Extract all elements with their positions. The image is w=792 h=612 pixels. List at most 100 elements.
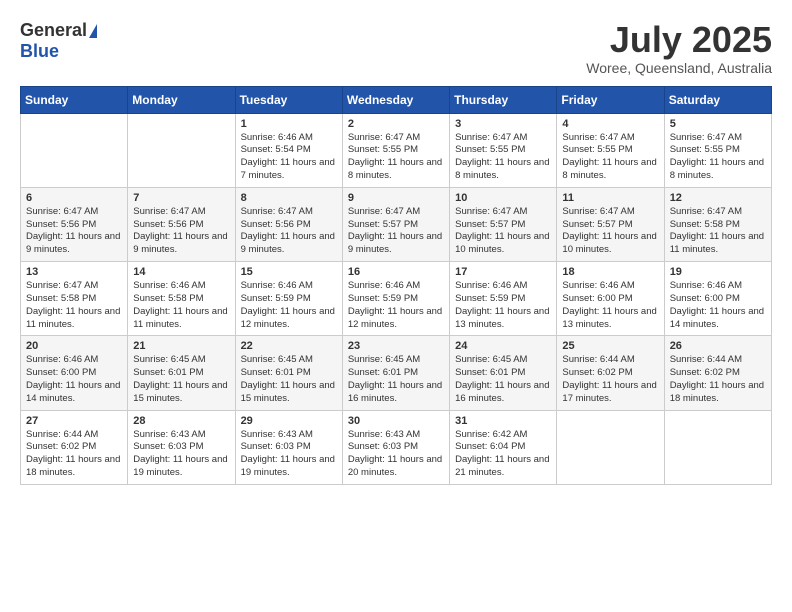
day-number: 19 <box>670 266 766 278</box>
calendar-cell: 14Sunrise: 6:46 AMSunset: 5:58 PMDayligh… <box>128 262 235 336</box>
calendar-cell: 21Sunrise: 6:45 AMSunset: 6:01 PMDayligh… <box>128 336 235 410</box>
cell-content: Daylight: 11 hours and 17 minutes. <box>562 380 658 406</box>
cell-content: Sunrise: 6:45 AM <box>241 354 337 367</box>
day-number: 24 <box>455 340 551 352</box>
logo-general-text: General <box>20 20 87 41</box>
month-year-title: July 2025 <box>586 20 772 60</box>
cell-content: Daylight: 11 hours and 9 minutes. <box>348 231 444 257</box>
day-number: 28 <box>133 415 229 427</box>
page-header: General Blue July 2025 Woree, Queensland… <box>20 20 772 76</box>
calendar-cell: 11Sunrise: 6:47 AMSunset: 5:57 PMDayligh… <box>557 187 664 261</box>
week-row-1: 1Sunrise: 6:46 AMSunset: 5:54 PMDaylight… <box>21 113 772 187</box>
cell-content: Sunset: 6:00 PM <box>562 293 658 306</box>
cell-content: Sunset: 5:55 PM <box>670 144 766 157</box>
calendar-cell: 4Sunrise: 6:47 AMSunset: 5:55 PMDaylight… <box>557 113 664 187</box>
calendar-cell: 9Sunrise: 6:47 AMSunset: 5:57 PMDaylight… <box>342 187 449 261</box>
calendar-cell: 7Sunrise: 6:47 AMSunset: 5:56 PMDaylight… <box>128 187 235 261</box>
cell-content: Sunrise: 6:46 AM <box>241 132 337 145</box>
cell-content: Sunrise: 6:46 AM <box>455 280 551 293</box>
cell-content: Sunrise: 6:44 AM <box>26 429 122 442</box>
cell-content: Sunset: 5:58 PM <box>26 293 122 306</box>
cell-content: Sunset: 5:59 PM <box>455 293 551 306</box>
calendar-cell: 22Sunrise: 6:45 AMSunset: 6:01 PMDayligh… <box>235 336 342 410</box>
cell-content: Daylight: 11 hours and 11 minutes. <box>26 306 122 332</box>
day-number: 14 <box>133 266 229 278</box>
day-number: 2 <box>348 118 444 130</box>
cell-content: Sunset: 5:56 PM <box>241 219 337 232</box>
cell-content: Daylight: 11 hours and 7 minutes. <box>241 157 337 183</box>
day-number: 26 <box>670 340 766 352</box>
day-number: 27 <box>26 415 122 427</box>
title-section: July 2025 Woree, Queensland, Australia <box>586 20 772 76</box>
day-number: 10 <box>455 192 551 204</box>
weekday-header-row: SundayMondayTuesdayWednesdayThursdayFrid… <box>21 86 772 113</box>
cell-content: Daylight: 11 hours and 8 minutes. <box>670 157 766 183</box>
day-number: 17 <box>455 266 551 278</box>
cell-content: Sunrise: 6:45 AM <box>455 354 551 367</box>
cell-content: Sunset: 6:01 PM <box>348 367 444 380</box>
calendar-cell: 15 Sunrise: 6:46 AMSunset: 5:59 PMDayligh… <box>235 262 342 336</box>
day-number: 18 <box>562 266 658 278</box>
cell-content: Sunset: 5:57 PM <box>562 219 658 232</box>
calendar-cell: 26Sunrise: 6:44 AMSunset: 6:02 PMDayligh… <box>664 336 771 410</box>
cell-content: Sunset: 6:03 PM <box>241 441 337 454</box>
cell-content: Sunrise: 6:46 AM <box>241 280 337 293</box>
day-number: 15 <box>241 266 337 278</box>
day-number: 6 <box>26 192 122 204</box>
calendar-cell: 8Sunrise: 6:47 AMSunset: 5:56 PMDaylight… <box>235 187 342 261</box>
cell-content: Daylight: 11 hours and 15 minutes. <box>133 380 229 406</box>
calendar-cell: 17Sunrise: 6:46 AMSunset: 5:59 PMDayligh… <box>450 262 557 336</box>
cell-content: Sunrise: 6:47 AM <box>455 206 551 219</box>
cell-content: Daylight: 11 hours and 15 minutes. <box>241 380 337 406</box>
cell-content: Daylight: 11 hours and 19 minutes. <box>241 454 337 480</box>
cell-content: Sunrise: 6:47 AM <box>562 206 658 219</box>
day-number: 31 <box>455 415 551 427</box>
cell-content: Sunset: 5:56 PM <box>133 219 229 232</box>
cell-content: Daylight: 11 hours and 14 minutes. <box>670 306 766 332</box>
cell-content: Sunrise: 6:47 AM <box>241 206 337 219</box>
cell-content: Sunset: 6:01 PM <box>455 367 551 380</box>
cell-content: Sunrise: 6:47 AM <box>670 132 766 145</box>
cell-content: Sunset: 6:02 PM <box>670 367 766 380</box>
cell-content: Sunset: 5:59 PM <box>348 293 444 306</box>
cell-content: Sunset: 6:02 PM <box>26 441 122 454</box>
day-number: 25 <box>562 340 658 352</box>
calendar-cell: 30Sunrise: 6:43 AMSunset: 6:03 PMDayligh… <box>342 410 449 484</box>
cell-content: Sunrise: 6:43 AM <box>133 429 229 442</box>
cell-content: Sunset: 6:01 PM <box>133 367 229 380</box>
day-number: 20 <box>26 340 122 352</box>
day-number: 4 <box>562 118 658 130</box>
cell-content: Sunrise: 6:47 AM <box>348 132 444 145</box>
cell-content: Daylight: 11 hours and 12 minutes. <box>241 306 337 332</box>
week-row-5: 27 Sunrise: 6:44 AMSunset: 6:02 PM Dayligh… <box>21 410 772 484</box>
cell-content: Sunrise: 6:47 AM <box>348 206 444 219</box>
calendar-cell: 2Sunrise: 6:47 AMSunset: 5:55 PMDaylight… <box>342 113 449 187</box>
cell-content: Sunrise: 6:47 AM <box>133 206 229 219</box>
location-subtitle: Woree, Queensland, Australia <box>586 60 772 76</box>
day-number: 9 <box>348 192 444 204</box>
cell-content: Daylight: 11 hours and 19 minutes. <box>133 454 229 480</box>
cell-content: Daylight: 11 hours and 8 minutes. <box>348 157 444 183</box>
cell-content: Daylight: 11 hours and 20 minutes. <box>348 454 444 480</box>
calendar-cell: 23Sunrise: 6:45 AMSunset: 6:01 PMDayligh… <box>342 336 449 410</box>
calendar-cell: 29Sunrise: 6:43 AMSunset: 6:03 PMDayligh… <box>235 410 342 484</box>
cell-content: Sunset: 5:59 PM <box>241 293 337 306</box>
cell-content: Sunset: 5:56 PM <box>26 219 122 232</box>
cell-content: Daylight: 11 hours and 18 minutes. <box>670 380 766 406</box>
cell-content: Sunset: 5:58 PM <box>133 293 229 306</box>
day-number: 5 <box>670 118 766 130</box>
cell-content: Daylight: 11 hours and 11 minutes. <box>670 231 766 257</box>
day-number: 11 <box>562 192 658 204</box>
cell-content: Sunset: 6:00 PM <box>670 293 766 306</box>
cell-content: Daylight: 11 hours and 16 minutes. <box>455 380 551 406</box>
day-number: 23 <box>348 340 444 352</box>
cell-content: Sunset: 6:03 PM <box>348 441 444 454</box>
cell-content: Sunset: 6:00 PM <box>26 367 122 380</box>
cell-content: Sunrise: 6:45 AM <box>133 354 229 367</box>
cell-content: Daylight: 11 hours and 14 minutes. <box>26 380 122 406</box>
cell-content: Sunset: 6:04 PM <box>455 441 551 454</box>
cell-content: Sunset: 5:58 PM <box>670 219 766 232</box>
cell-content: Sunset: 5:55 PM <box>562 144 658 157</box>
day-number: 7 <box>133 192 229 204</box>
calendar-cell: 10Sunrise: 6:47 AMSunset: 5:57 PMDayligh… <box>450 187 557 261</box>
